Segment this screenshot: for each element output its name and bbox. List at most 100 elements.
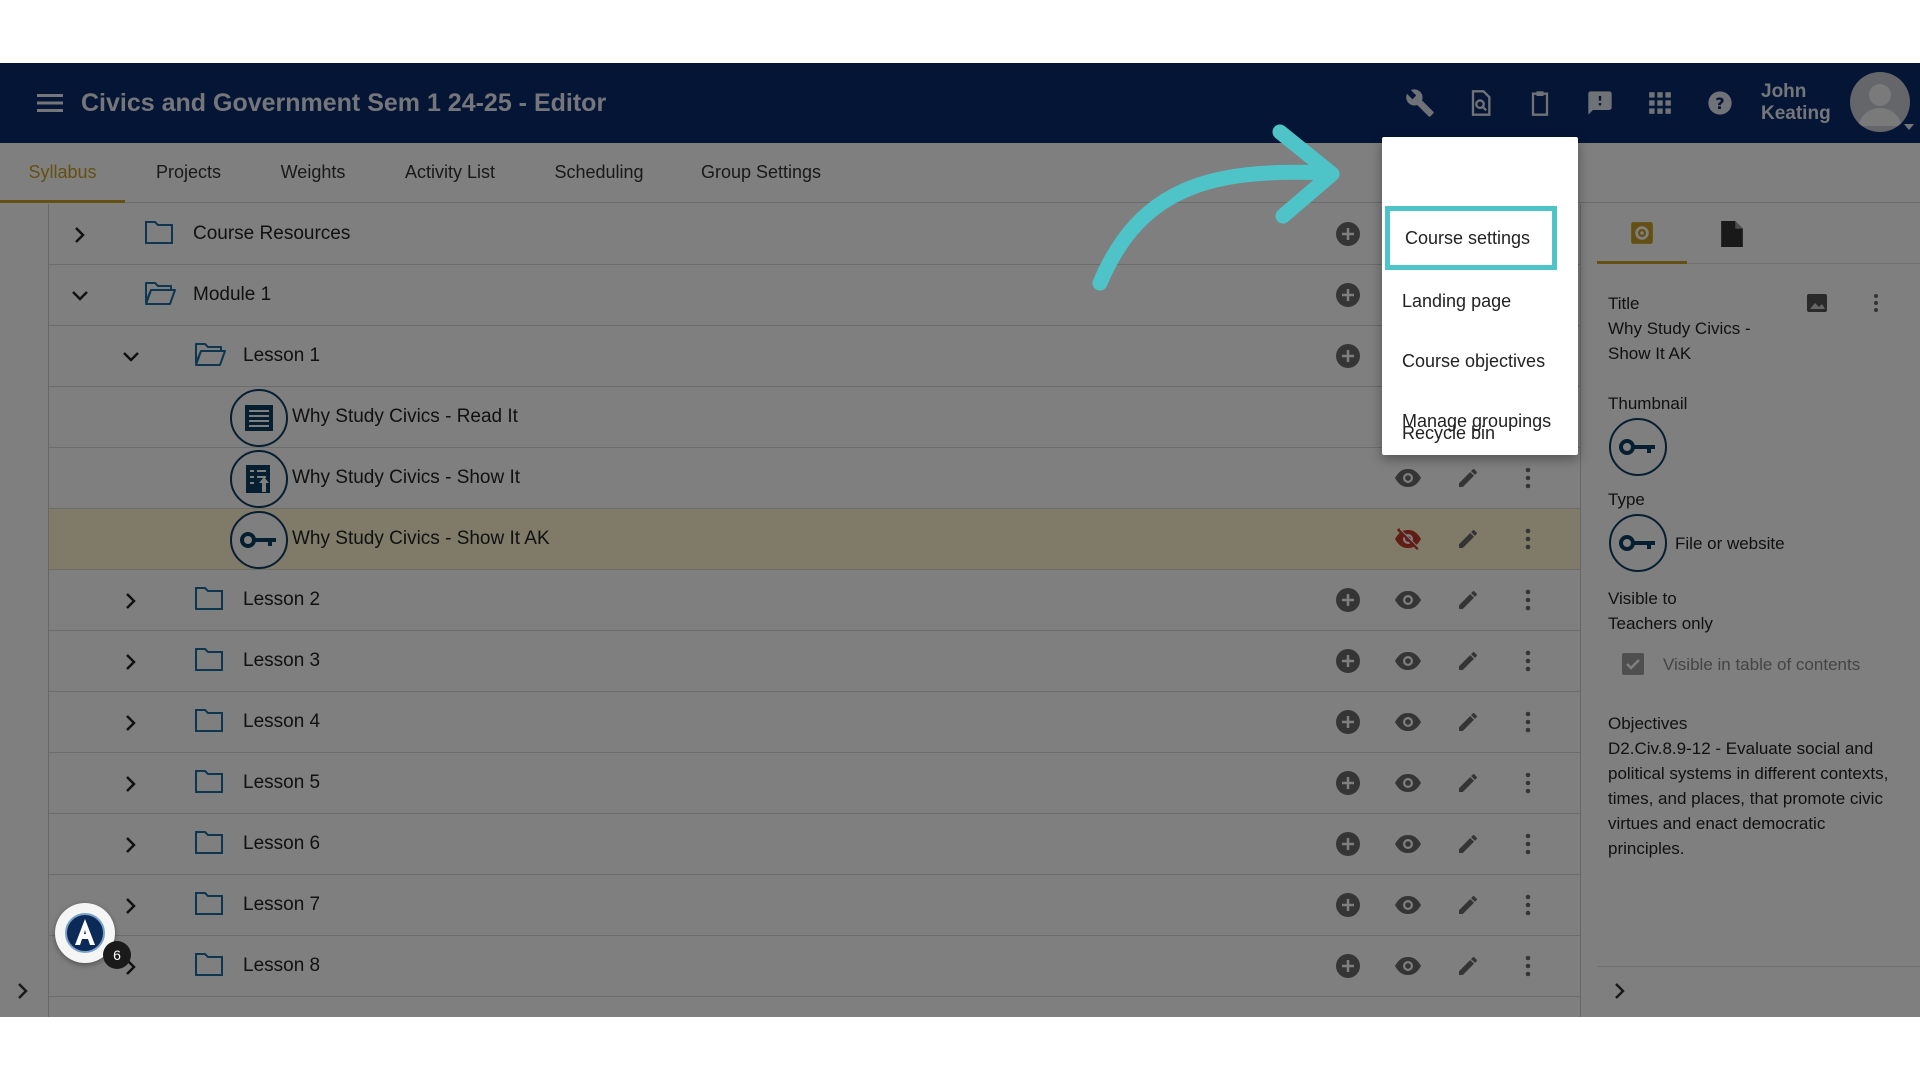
- row-label-module-1[interactable]: Module 1: [193, 265, 271, 325]
- tree-row[interactable]: Lesson 3: [49, 631, 1580, 692]
- tab-scheduling[interactable]: Scheduling: [546, 143, 652, 203]
- chevron-right-icon[interactable]: [116, 891, 146, 921]
- pencil-icon[interactable]: [1453, 829, 1483, 859]
- more-vertical-icon[interactable]: [1513, 707, 1543, 737]
- add-icon[interactable]: [1333, 646, 1363, 676]
- menu-item-course-objectives[interactable]: Course objectives: [1382, 331, 1578, 391]
- row-label-why-study-civics-show-it[interactable]: Why Study Civics - Show It: [292, 448, 520, 508]
- more-vertical-icon[interactable]: [1513, 951, 1543, 981]
- chevron-right-icon[interactable]: [65, 220, 95, 250]
- tree-row[interactable]: Lesson 2: [49, 570, 1580, 631]
- visibility-icon[interactable]: [1393, 463, 1423, 493]
- menu-item-course-settings[interactable]: Course settings: [1385, 206, 1557, 270]
- tree-row[interactable]: Lesson 8: [49, 936, 1580, 997]
- sidebar-expand-chevron-icon[interactable]: [16, 982, 30, 1000]
- visibility-icon[interactable]: [1393, 829, 1423, 859]
- tab-weights[interactable]: Weights: [271, 143, 355, 203]
- add-icon[interactable]: [1333, 585, 1363, 615]
- feedback-icon[interactable]: [1570, 78, 1630, 128]
- hamburger-menu-icon[interactable]: [25, 78, 75, 128]
- row-label-why-study-civics-read-it[interactable]: Why Study Civics - Read It: [292, 387, 518, 447]
- search-document-icon[interactable]: [1450, 78, 1510, 128]
- pencil-icon[interactable]: [1453, 951, 1483, 981]
- panel-tab-settings[interactable]: [1597, 204, 1687, 264]
- wrench-icon[interactable]: [1390, 78, 1450, 128]
- add-icon[interactable]: [1333, 341, 1363, 371]
- tab-activity-list[interactable]: Activity List: [396, 143, 504, 203]
- row-label-lesson-7[interactable]: Lesson 7: [243, 875, 320, 935]
- add-icon[interactable]: [1333, 768, 1363, 798]
- thumbnail-key-icon[interactable]: [1609, 418, 1667, 476]
- pencil-icon[interactable]: [1453, 890, 1483, 920]
- user-name[interactable]: John Keating: [1761, 81, 1831, 125]
- tree-row[interactable]: Why Study Civics - Read It: [49, 387, 1580, 448]
- add-icon[interactable]: [1333, 951, 1363, 981]
- row-label-lesson-8[interactable]: Lesson 8: [243, 936, 320, 996]
- more-vertical-icon[interactable]: [1513, 585, 1543, 615]
- visibility-icon[interactable]: [1393, 585, 1423, 615]
- visibility-off-icon[interactable]: [1393, 524, 1423, 554]
- avatar-dropdown-icon[interactable]: [1904, 124, 1914, 132]
- menu-item-landing-page[interactable]: Landing page: [1382, 271, 1578, 331]
- image-icon[interactable]: [1807, 294, 1827, 312]
- clipboard-icon[interactable]: [1510, 78, 1570, 128]
- tab-projects[interactable]: Projects: [145, 143, 232, 203]
- add-icon[interactable]: [1333, 707, 1363, 737]
- panel-tab-document[interactable]: [1687, 204, 1777, 264]
- add-icon[interactable]: [1333, 829, 1363, 859]
- visibility-icon[interactable]: [1393, 646, 1423, 676]
- add-icon[interactable]: [1333, 890, 1363, 920]
- pencil-icon[interactable]: [1453, 646, 1483, 676]
- panel-expand-chevron-icon[interactable]: [1613, 982, 1627, 1000]
- tree-row[interactable]: Lesson 6: [49, 814, 1580, 875]
- tree-row[interactable]: Module 1: [49, 265, 1580, 326]
- more-vertical-icon[interactable]: [1513, 646, 1543, 676]
- tree-row[interactable]: Lesson 7: [49, 875, 1580, 936]
- row-label-lesson-2[interactable]: Lesson 2: [243, 570, 320, 630]
- row-label-lesson-3[interactable]: Lesson 3: [243, 631, 320, 691]
- apps-grid-icon[interactable]: [1630, 78, 1690, 128]
- pencil-icon[interactable]: [1453, 768, 1483, 798]
- chevron-down-icon[interactable]: [116, 342, 146, 372]
- row-label-lesson-6[interactable]: Lesson 6: [243, 814, 320, 874]
- row-label-lesson-5[interactable]: Lesson 5: [243, 753, 320, 813]
- menu-item-recycle-bin[interactable]: Recycle bin: [1382, 413, 1578, 453]
- toc-checkbox[interactable]: [1622, 653, 1644, 675]
- pencil-icon[interactable]: [1453, 524, 1483, 554]
- more-vertical-icon[interactable]: [1513, 890, 1543, 920]
- more-vertical-icon[interactable]: [1513, 829, 1543, 859]
- tree-row[interactable]: Why Study Civics - Show It AK: [49, 509, 1580, 570]
- more-vertical-icon[interactable]: [1513, 524, 1543, 554]
- chevron-right-icon[interactable]: [116, 586, 146, 616]
- help-icon[interactable]: ?: [1690, 78, 1750, 128]
- more-vertical-icon[interactable]: [1513, 463, 1543, 493]
- more-vertical-icon[interactable]: [1873, 293, 1879, 313]
- visibility-icon[interactable]: [1393, 768, 1423, 798]
- tree-row[interactable]: Course Resources: [49, 204, 1580, 265]
- visibility-icon[interactable]: [1393, 951, 1423, 981]
- row-label-why-study-civics-show-it-ak[interactable]: Why Study Civics - Show It AK: [292, 509, 550, 569]
- row-label-lesson-1[interactable]: Lesson 1: [243, 326, 320, 386]
- row-label-lesson-4[interactable]: Lesson 4: [243, 692, 320, 752]
- pencil-icon[interactable]: [1453, 585, 1483, 615]
- tab-group-settings[interactable]: Group Settings: [698, 143, 824, 203]
- chevron-right-icon[interactable]: [116, 708, 146, 738]
- row-label-course-resources[interactable]: Course Resources: [193, 204, 350, 264]
- tree-row[interactable]: Why Study Civics - Show It: [49, 448, 1580, 509]
- visibility-icon[interactable]: [1393, 890, 1423, 920]
- more-vertical-icon[interactable]: [1513, 768, 1543, 798]
- pencil-icon[interactable]: [1453, 707, 1483, 737]
- chevron-right-icon[interactable]: [116, 647, 146, 677]
- svg-text:?: ?: [1715, 94, 1724, 113]
- pencil-icon[interactable]: [1453, 463, 1483, 493]
- tab-syllabus[interactable]: Syllabus: [0, 143, 125, 203]
- user-avatar[interactable]: [1850, 72, 1910, 132]
- visibility-icon[interactable]: [1393, 707, 1423, 737]
- tree-row[interactable]: Lesson 1: [49, 326, 1580, 387]
- tree-row[interactable]: Lesson 5: [49, 753, 1580, 814]
- tree-row[interactable]: Lesson 4: [49, 692, 1580, 753]
- chevron-down-icon[interactable]: [65, 281, 95, 311]
- chevron-right-icon[interactable]: [116, 769, 146, 799]
- panel-objectives-line: times, and places, that promote civic: [1608, 789, 1883, 808]
- chevron-right-icon[interactable]: [116, 830, 146, 860]
